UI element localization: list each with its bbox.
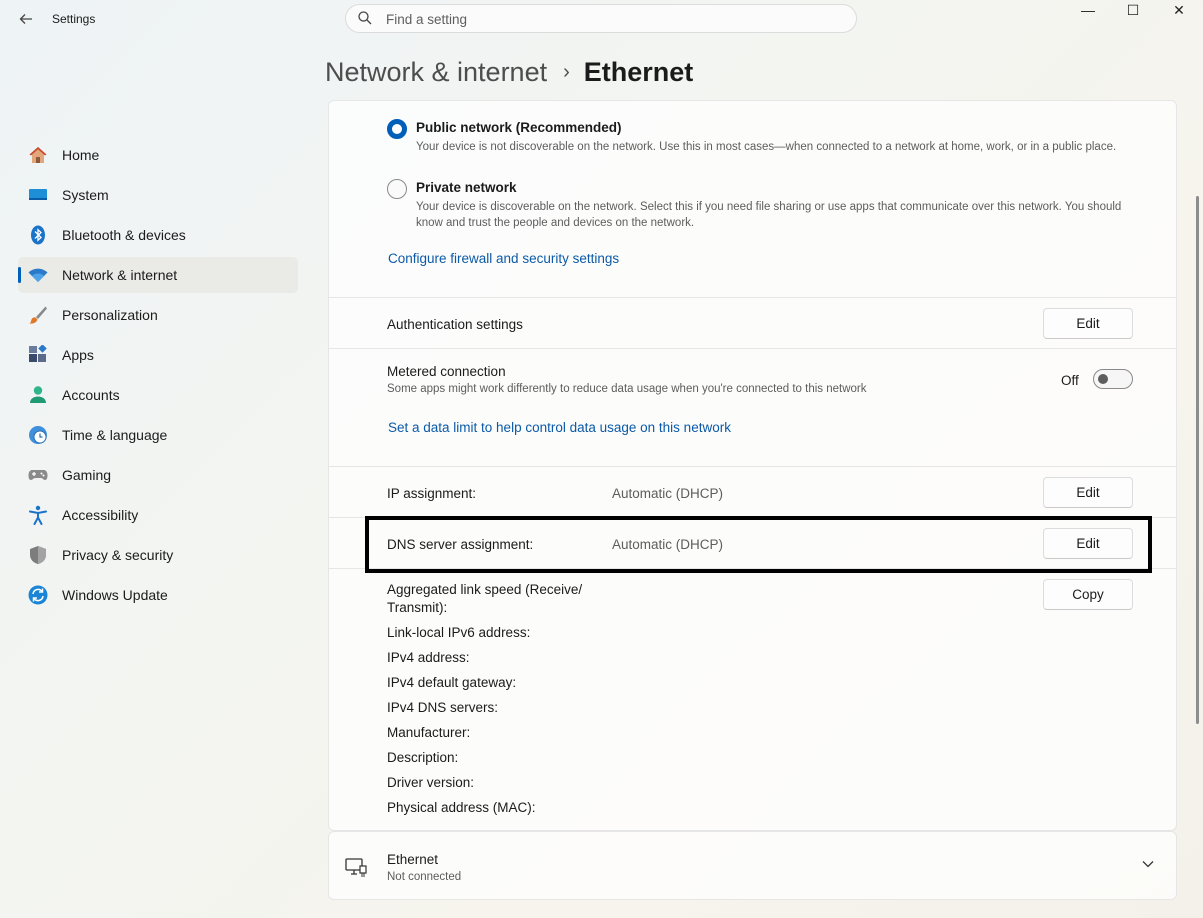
- title-bar: Settings — ☐ ✕: [0, 0, 1203, 40]
- property-driver-version: Driver version:: [387, 775, 475, 790]
- close-button[interactable]: ✕: [1156, 2, 1202, 22]
- wifi-icon: [28, 268, 48, 282]
- sidebar-item-accounts[interactable]: Accounts: [18, 377, 298, 413]
- divider: [329, 466, 1176, 467]
- sidebar-item-personalization[interactable]: Personalization: [18, 297, 298, 333]
- private-network-title: Private network: [416, 180, 517, 195]
- metered-toggle-state: Off: [1061, 373, 1079, 388]
- private-network-description: Your device is discoverable on the netwo…: [416, 201, 1122, 229]
- breadcrumb-chevron-icon: ›: [563, 60, 570, 83]
- property-ipv4-dns: IPv4 DNS servers:: [387, 700, 499, 715]
- sidebar-item-label: Privacy & security: [62, 547, 174, 563]
- person-icon: [30, 386, 46, 403]
- property-aggregated-link-speed: Aggregated link speed (Receive/ Transmit…: [387, 582, 583, 615]
- sidebar-item-system[interactable]: System: [18, 177, 298, 213]
- sidebar-item-network[interactable]: Network & internet: [18, 257, 298, 293]
- firewall-settings-link[interactable]: Configure firewall and security settings: [388, 251, 619, 266]
- toggle-knob: [1098, 374, 1108, 384]
- property-mac-address: Physical address (MAC):: [387, 800, 536, 815]
- sidebar-item-label: Personalization: [62, 307, 158, 323]
- sidebar-item-gaming[interactable]: Gaming: [18, 457, 298, 493]
- sidebar-item-label: Apps: [62, 347, 94, 363]
- ethernet-icon: [345, 858, 367, 877]
- dns-assignment-edit-button[interactable]: Edit: [1043, 528, 1133, 559]
- scrollbar[interactable]: [1196, 196, 1199, 724]
- sidebar-item-label: Accessibility: [62, 507, 139, 523]
- search-icon: [358, 11, 372, 25]
- property-link-local-ipv6: Link-local IPv6 address:: [387, 625, 531, 640]
- authentication-settings-label: Authentication settings: [387, 317, 523, 332]
- ip-assignment-label: IP assignment:: [387, 486, 477, 501]
- sidebar-item-label: Accounts: [62, 387, 120, 403]
- minimize-button[interactable]: —: [1065, 2, 1111, 22]
- metered-connection-toggle[interactable]: [1093, 369, 1133, 389]
- property-manufacturer: Manufacturer:: [387, 725, 471, 740]
- sidebar-item-apps[interactable]: Apps: [18, 337, 298, 373]
- sidebar-item-label: System: [62, 187, 109, 203]
- sidebar: Home System Bluetooth & devices Network …: [18, 137, 298, 617]
- divider: [329, 297, 1176, 298]
- sidebar-item-label: Bluetooth & devices: [62, 227, 186, 243]
- dns-assignment-label: DNS server assignment:: [387, 537, 534, 552]
- private-network-radio[interactable]: [387, 179, 407, 199]
- sidebar-item-label: Time & language: [62, 427, 168, 443]
- sidebar-item-bluetooth[interactable]: Bluetooth & devices: [18, 217, 298, 253]
- property-description: Description:: [387, 750, 459, 765]
- authentication-edit-button[interactable]: Edit: [1043, 308, 1133, 339]
- breadcrumb-parent[interactable]: Network & internet: [325, 57, 547, 88]
- ip-assignment-value: Automatic (DHCP): [612, 486, 724, 501]
- metered-connection-description: Some apps might work differently to redu…: [387, 383, 867, 395]
- chevron-down-icon[interactable]: [1141, 857, 1155, 871]
- system-icon: [29, 189, 47, 200]
- public-network-title: Public network (Recommended): [416, 120, 622, 135]
- accessibility-icon: [29, 505, 47, 525]
- divider: [329, 348, 1176, 349]
- app-title: Settings: [52, 12, 96, 26]
- back-button[interactable]: [14, 8, 38, 30]
- gamepad-icon: [28, 470, 48, 480]
- dns-assignment-value: Automatic (DHCP): [612, 537, 724, 552]
- ethernet-adapter-title: Ethernet: [387, 852, 439, 867]
- ip-assignment-edit-button[interactable]: Edit: [1043, 477, 1133, 508]
- sidebar-item-privacy-security[interactable]: Privacy & security: [18, 537, 298, 573]
- shield-icon: [30, 546, 46, 564]
- copy-properties-button[interactable]: Copy: [1043, 579, 1133, 610]
- search-input[interactable]: [384, 9, 828, 30]
- divider: [329, 568, 1176, 569]
- sidebar-item-label: Gaming: [62, 467, 112, 483]
- ethernet-settings-card: Public network (Recommended) Your device…: [328, 100, 1177, 831]
- property-ipv4-gateway: IPv4 default gateway:: [387, 675, 517, 690]
- back-arrow-icon: [19, 14, 32, 24]
- divider: [329, 517, 1176, 518]
- apps-icon: [29, 345, 47, 362]
- sidebar-item-label: Network & internet: [62, 267, 178, 283]
- page-title: Ethernet: [583, 56, 694, 87]
- brush-icon: [29, 306, 47, 324]
- ethernet-adapter-status: Not connected: [387, 871, 462, 883]
- metered-connection-label: Metered connection: [387, 364, 506, 379]
- search-box[interactable]: [345, 4, 857, 33]
- update-icon: [28, 585, 48, 605]
- ethernet-adapter-card[interactable]: Ethernet Not connected: [328, 831, 1177, 900]
- data-limit-link[interactable]: Set a data limit to help control data us…: [388, 420, 731, 435]
- maximize-button[interactable]: ☐: [1110, 2, 1156, 22]
- clock-globe-icon: [29, 426, 47, 444]
- breadcrumb: Network & internet › Ethernet: [325, 52, 693, 92]
- sidebar-item-label: Windows Update: [62, 587, 168, 603]
- sidebar-item-accessibility[interactable]: Accessibility: [18, 497, 298, 533]
- property-ipv4-address: IPv4 address:: [387, 650, 470, 665]
- sidebar-item-windows-update[interactable]: Windows Update: [18, 577, 298, 613]
- sidebar-item-time-language[interactable]: Time & language: [18, 417, 298, 453]
- public-network-description: Your device is not discoverable on the n…: [416, 141, 1117, 153]
- bluetooth-icon: [31, 225, 45, 245]
- sidebar-item-label: Home: [62, 147, 100, 163]
- public-network-radio[interactable]: [387, 119, 407, 139]
- sidebar-item-home[interactable]: Home: [18, 137, 298, 173]
- home-icon: [29, 147, 47, 163]
